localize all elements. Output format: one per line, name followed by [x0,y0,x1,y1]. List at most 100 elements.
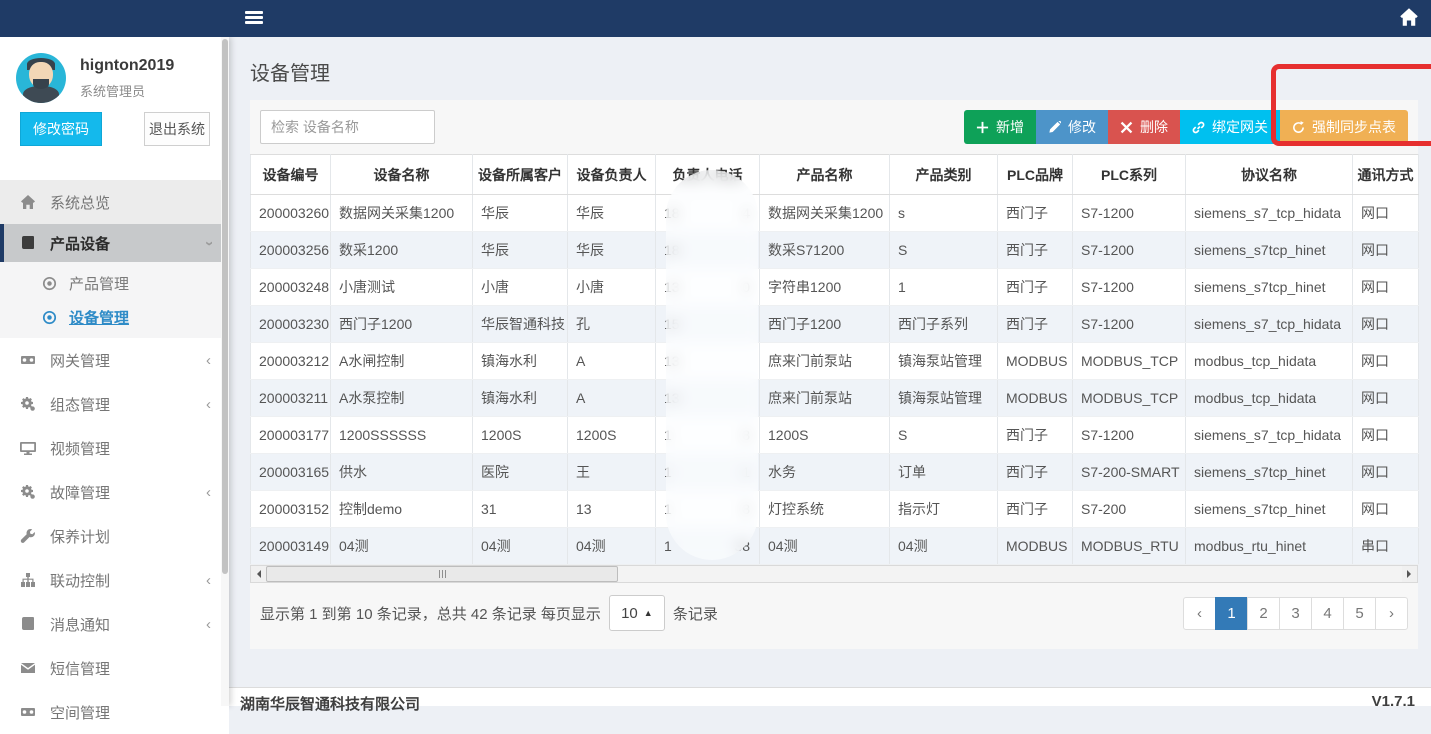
cell: 网口 [1353,306,1419,343]
cell: 华辰智通科技 [473,306,568,343]
cell: S7-1200 [1073,417,1186,454]
page-button-2[interactable]: 2 [1247,597,1280,630]
sidebar-item-product-management[interactable]: 产品管理 [0,266,229,300]
gateway-icon [20,352,36,368]
sidebar-item-video-management[interactable]: 视频管理 [0,426,229,470]
sidebar-item-product-device[interactable]: 产品设备 ‹ [0,224,229,262]
table-row[interactable]: 200003211A水泵控制镇海水利A13庶来门前泵站镇海泵站管理MODBUSM… [251,380,1419,417]
pencil-icon [1048,121,1061,134]
sitemap-icon [20,572,36,588]
logout-button[interactable]: 退出系统 [144,112,210,146]
cell: 镇海泵站管理 [890,343,998,380]
cell: MODBUS_TCP [1073,343,1186,380]
table-row[interactable]: 200003256数采1200华辰华辰18数采S71200S西门子S7-1200… [251,232,1419,269]
pagination-bar: 显示第 1 到第 10 条记录，总共 42 条记录 每页显示 10 ▲ 条记录 … [250,583,1418,647]
footer: 湖南华辰智通科技有限公司 V1.7.1 [229,687,1431,706]
sidebar-item-device-management[interactable]: 设备管理 [0,300,229,334]
company-name: 湖南华辰智通科技有限公司 [240,693,420,706]
cell: 字符串1200 [760,269,890,306]
cell: s [890,195,998,232]
cell: 镇海泵站管理 [890,380,998,417]
cell: 西门子系列 [890,306,998,343]
table-row[interactable]: 200003152控制demo311318灯控系统指示灯西门子S7-200sie… [251,491,1419,528]
sidebar-item-sms-management[interactable]: 短信管理 [0,646,229,690]
cell: 200003165 [251,454,331,491]
column-header: 产品名称 [760,155,890,195]
table-row[interactable]: 200003230西门子1200华辰智通科技孔15西门子1200西门子系列西门子… [251,306,1419,343]
cell: 华辰 [568,195,656,232]
column-header: 产品类别 [890,155,998,195]
home-icon[interactable] [1399,7,1421,29]
book-icon [20,616,36,632]
scrollbar-thumb[interactable] [266,566,618,582]
column-header: PLC品牌 [998,155,1073,195]
cell: 灯控系统 [760,491,890,528]
horizontal-scrollbar[interactable] [250,565,1418,583]
pagination-info: 显示第 1 到第 10 条记录，总共 42 条记录 每页显示 10 ▲ 条记录 [260,595,718,631]
cell: S7-1200 [1073,195,1186,232]
search-input[interactable] [260,110,435,144]
per-page-dropdown[interactable]: 10 ▲ [609,595,665,631]
pager: ‹ 1 2 3 4 5 › [1183,597,1408,630]
cell: siemens_s7_tcp_hidata [1186,417,1353,454]
cell: 医院 [473,454,568,491]
page-button-1[interactable]: 1 [1215,597,1248,630]
sidebar-item-system-overview[interactable]: 系统总览 [0,180,229,224]
cell: 王 [568,454,656,491]
link-icon [1192,121,1205,134]
table-row[interactable]: 200003248小唐测试小唐小唐130字符串12001西门子S7-1200si… [251,269,1419,306]
page-button-4[interactable]: 4 [1311,597,1344,630]
sidebar-item-linkage-control[interactable]: 联动控制 ‹ [0,558,229,602]
scroll-left-arrow[interactable] [251,566,266,582]
cell: 西门子 [998,491,1073,528]
cell: siemens_s7tcp_hinet [1186,454,1353,491]
chevron-left-icon: ‹ [206,484,211,501]
change-password-button[interactable]: 修改密码 [20,112,102,146]
cell: 网口 [1353,195,1419,232]
sidebar-item-message-notify[interactable]: 消息通知 ‹ [0,602,229,646]
sidebar-item-config-management[interactable]: 组态管理 ‹ [0,382,229,426]
cell: 200003211 [251,380,331,417]
add-button[interactable]: 新增 [964,110,1036,144]
page-button-5[interactable]: 5 [1343,597,1376,630]
next-page-button[interactable]: › [1375,597,1408,630]
hamburger-menu-icon[interactable] [245,9,263,27]
user-panel: hignton2019 系统管理员 修改密码 退出系统 [0,37,229,180]
cell: S [890,232,998,269]
cell: S7-1200 [1073,232,1186,269]
table-row[interactable]: 200003260数据网关采集1200华辰华辰184数据网关采集1200s西门子… [251,195,1419,232]
chevron-left-icon: ‹ [206,352,211,369]
cell: 西门子 [998,417,1073,454]
sidebar-item-fault-management[interactable]: 故障管理 ‹ [0,470,229,514]
delete-button[interactable]: 删除 [1108,110,1180,144]
cell: 供水 [331,454,473,491]
cell: siemens_s7tcp_hinet [1186,269,1353,306]
sidebar: hignton2019 系统管理员 修改密码 退出系统 系统总览 产品设备 ‹ … [0,37,229,706]
column-header: 设备所属客户 [473,155,568,195]
privacy-blur-overlay [666,170,758,560]
sidebar-item-maintenance-plan[interactable]: 保养计划 [0,514,229,558]
cell: MODBUS_RTU [1073,528,1186,565]
sidebar-item-space-management[interactable]: 空间管理 [0,690,229,734]
scroll-right-arrow[interactable] [1402,566,1417,582]
cell: 水务 [760,454,890,491]
cell: 1200S [760,417,890,454]
sidebar-scrollbar[interactable] [221,37,229,706]
device-table: 设备编号设备名称设备所属客户设备负责人负责人电话产品名称产品类别PLC品牌PLC… [250,154,1419,565]
page-button-3[interactable]: 3 [1279,597,1312,630]
prev-page-button[interactable]: ‹ [1183,597,1216,630]
table-row[interactable]: 2000031771200SSSSSS1200S1200S181200SS西门子… [251,417,1419,454]
bind-gateway-button[interactable]: 绑定网关 [1180,110,1280,144]
table-row[interactable]: 20000314904测04测04测13804测04测MODBUSMODBUS_… [251,528,1419,565]
cell: 华辰 [473,232,568,269]
cell: 数据网关采集1200 [760,195,890,232]
cell: 庶来门前泵站 [760,343,890,380]
cell: 200003212 [251,343,331,380]
table-row[interactable]: 200003165供水医院王11水务订单西门子S7-200-SMARTsieme… [251,454,1419,491]
sidebar-item-gateway-management[interactable]: 网关管理 ‹ [0,338,229,382]
gears-icon [20,396,36,412]
cell: 数采S71200 [760,232,890,269]
table-row[interactable]: 200003212A水闸控制镇海水利A13庶来门前泵站镇海泵站管理MODBUSM… [251,343,1419,380]
cell: S7-1200 [1073,269,1186,306]
edit-button[interactable]: 修改 [1036,110,1108,144]
